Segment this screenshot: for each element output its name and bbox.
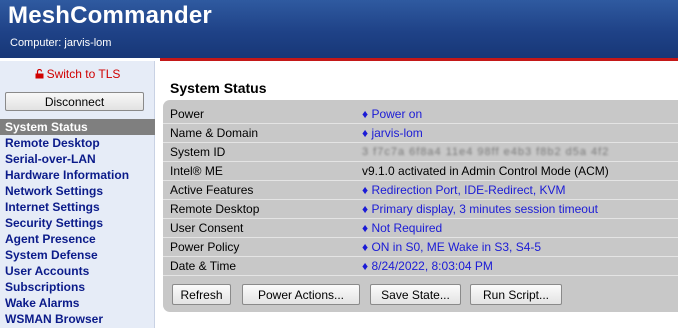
app-title: MeshCommander [8, 2, 212, 29]
row-label: Date & Time [170, 259, 237, 273]
save-state-button[interactable]: Save State... [370, 284, 461, 305]
sidebar-item-remote-desktop[interactable]: Remote Desktop [0, 135, 155, 151]
status-row-remote-desktop: Remote Desktop ♦ Primary display, 3 minu… [163, 200, 678, 219]
sidebar-item-wake-alarms[interactable]: Wake Alarms [0, 295, 155, 311]
app-header: MeshCommander Computer: jarvis-lom [0, 0, 678, 58]
row-label: Power [170, 107, 205, 121]
user-consent-link[interactable]: ♦ Not Required [362, 219, 442, 238]
page-title: System Status [170, 80, 267, 96]
system-id-value: 3 f7c7a 6f8a4 11e4 98ff e4b3 f8b2 d5a 4f… [362, 146, 610, 158]
status-panel: Power ♦ Power on Name & Domain ♦ jarvis-… [163, 100, 678, 312]
status-row-name-domain: Name & Domain ♦ jarvis-lom [163, 124, 678, 143]
name-domain-link[interactable]: ♦ jarvis-lom [362, 124, 423, 143]
row-label: User Consent [170, 221, 244, 235]
sidebar-item-hardware-information[interactable]: Hardware Information [0, 167, 155, 183]
power-actions-button[interactable]: Power Actions... [242, 284, 360, 305]
status-row-active-features: Active Features ♦ Redirection Port, IDE-… [163, 181, 678, 200]
status-row-power-policy: Power Policy ♦ ON in S0, ME Wake in S3, … [163, 238, 678, 257]
sidebar-item-subscriptions[interactable]: Subscriptions [0, 279, 155, 295]
status-table: Power ♦ Power on Name & Domain ♦ jarvis-… [163, 105, 678, 276]
sidebar-item-internet-settings[interactable]: Internet Settings [0, 199, 155, 215]
status-row-intel-me: Intel® ME v9.1.0 activated in Admin Cont… [163, 162, 678, 181]
row-label: Power Policy [170, 240, 240, 254]
active-features-link[interactable]: ♦ Redirection Port, IDE-Redirect, KVM [362, 181, 566, 200]
status-row-system-id: System ID 3 f7c7a 6f8a4 11e4 98ff e4b3 f… [163, 143, 678, 162]
row-label: Remote Desktop [170, 202, 260, 216]
sidebar-item-system-defense[interactable]: System Defense [0, 247, 155, 263]
status-row-user-consent: User Consent ♦ Not Required [163, 219, 678, 238]
row-label: Intel® ME [170, 164, 223, 178]
remote-desktop-link[interactable]: ♦ Primary display, 3 minutes session tim… [362, 200, 598, 219]
row-label: Active Features [170, 183, 254, 197]
power-policy-link[interactable]: ♦ ON in S0, ME Wake in S3, S4-5 [362, 238, 541, 257]
status-row-power: Power ♦ Power on [163, 105, 678, 124]
sidebar-item-agent-presence[interactable]: Agent Presence [0, 231, 155, 247]
sidebar-item-system-status[interactable]: System Status [0, 119, 155, 135]
sidebar-item-user-accounts[interactable]: User Accounts [0, 263, 155, 279]
refresh-button[interactable]: Refresh [172, 284, 231, 305]
sidebar-nav: System Status Remote Desktop Serial-over… [0, 119, 155, 327]
date-time-link[interactable]: ♦ 8/24/2022, 8:03:04 PM [362, 257, 493, 276]
sidebar: Switch to TLS Disconnect System Status R… [0, 61, 155, 328]
disconnect-button[interactable]: Disconnect [5, 92, 144, 111]
open-lock-icon [35, 69, 44, 79]
status-row-date-time: Date & Time ♦ 8/24/2022, 8:03:04 PM [163, 257, 678, 276]
sidebar-item-wsman-browser[interactable]: WSMAN Browser [0, 311, 155, 327]
header-divider [160, 58, 678, 61]
computer-name: Computer: jarvis-lom [10, 37, 112, 49]
row-label: System ID [170, 145, 226, 159]
sidebar-item-security-settings[interactable]: Security Settings [0, 215, 155, 231]
power-state-link[interactable]: ♦ Power on [362, 105, 422, 124]
switch-to-tls-label: Switch to TLS [46, 67, 121, 81]
switch-to-tls-link[interactable]: Switch to TLS [0, 67, 155, 81]
sidebar-item-network-settings[interactable]: Network Settings [0, 183, 155, 199]
sidebar-item-serial-over-lan[interactable]: Serial-over-LAN [0, 151, 155, 167]
row-label: Name & Domain [170, 126, 259, 140]
run-script-button[interactable]: Run Script... [470, 284, 562, 305]
intel-me-value: v9.1.0 activated in Admin Control Mode (… [362, 164, 609, 178]
